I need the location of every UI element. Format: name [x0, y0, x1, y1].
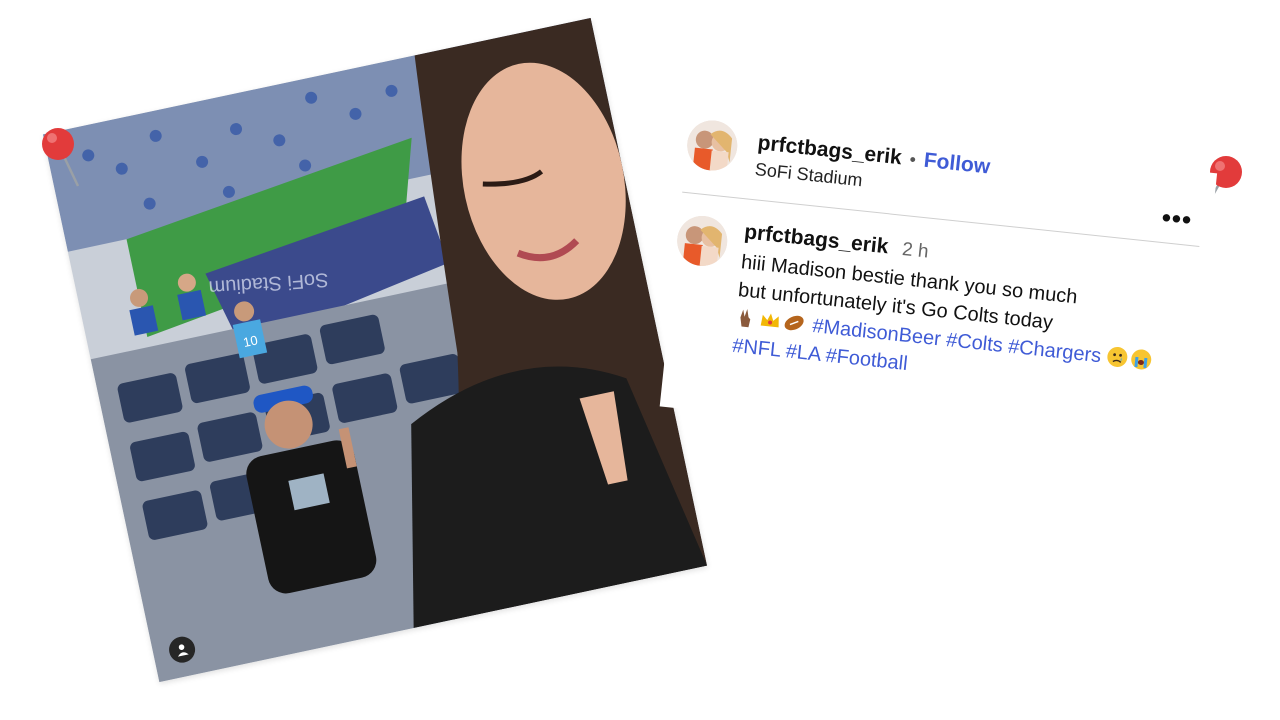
- separator-dot: •: [908, 149, 917, 170]
- post-timestamp: 2 h: [901, 238, 930, 263]
- hashtag-nfl[interactable]: #NFL: [731, 335, 781, 362]
- avatar[interactable]: [684, 118, 740, 173]
- jersey-number-text: 10: [242, 332, 259, 350]
- avatar-image: [684, 118, 740, 173]
- pushpin-left-icon: [38, 124, 80, 194]
- post-header: prfctbags_erik • Follow SoFi Stadium •••: [684, 118, 1207, 235]
- hashtag-la[interactable]: #LA: [785, 340, 822, 365]
- crown-icon: [760, 313, 779, 328]
- hashtag-chargers[interactable]: #Chargers: [1007, 336, 1102, 368]
- post-details-panel: prfctbags_erik • Follow SoFi Stadium •••: [659, 118, 1218, 462]
- avatar-image: [674, 213, 730, 269]
- hashtag-football[interactable]: #Football: [825, 345, 909, 375]
- loudly-crying-face-icon: [1131, 349, 1152, 370]
- collage-canvas: SoFi Stadium 10 prfctbags_erik • Follow …: [0, 0, 1280, 720]
- football-icon: [784, 315, 804, 331]
- crying-face-icon: [1107, 347, 1128, 368]
- follow-button[interactable]: Follow: [923, 149, 992, 180]
- hashtag-colts[interactable]: #Colts: [945, 329, 1004, 357]
- person-glyph: [177, 644, 189, 657]
- peace-hand-icon: [740, 309, 751, 328]
- caption-comment: prfctbags_erik 2 h hiii Madison bestie t…: [665, 213, 1197, 407]
- avatar[interactable]: [674, 213, 730, 269]
- more-options-icon[interactable]: •••: [1160, 202, 1193, 236]
- post-photo[interactable]: SoFi Stadium 10: [42, 17, 708, 683]
- stadium-selfie-image: SoFi Stadium 10: [42, 17, 708, 683]
